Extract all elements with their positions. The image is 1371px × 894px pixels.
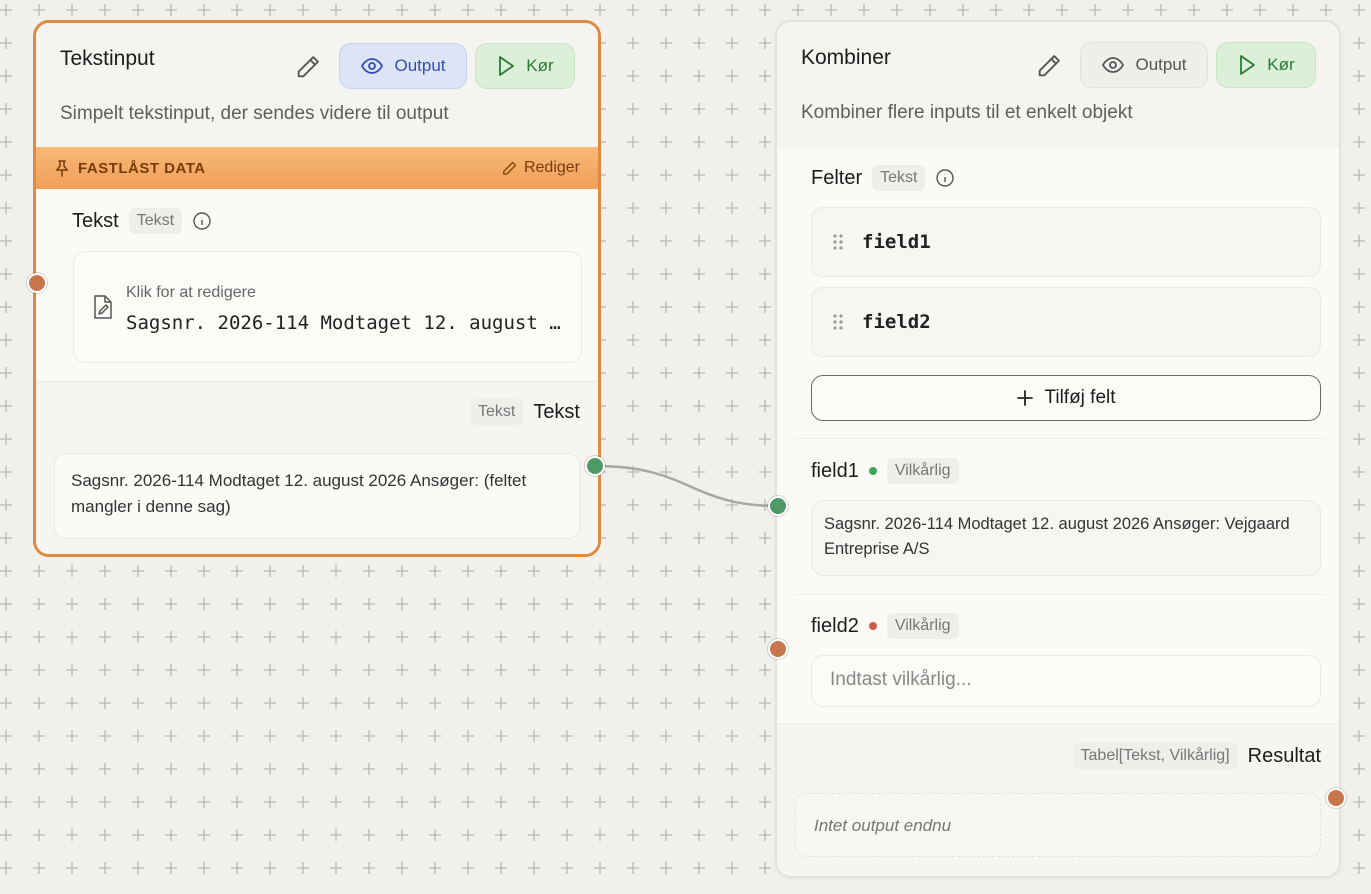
status-dot-missing xyxy=(868,622,877,630)
output-label-row: Tekst Tekst xyxy=(469,399,580,425)
tekstinput-node[interactable]: Tekstinput Output Kør Simpelt tekstinput… xyxy=(33,20,601,557)
pinned-edit-label: Rediger xyxy=(523,159,580,176)
pinned-edit-button[interactable]: Rediger xyxy=(501,159,580,177)
edit-hint: Klik for at redigere xyxy=(126,284,256,301)
field-label-row: Tekst Tekst xyxy=(72,208,212,234)
pencil-icon[interactable] xyxy=(294,53,322,81)
run-button[interactable]: Kør xyxy=(475,43,575,89)
eye-icon xyxy=(1102,57,1125,73)
output-section: Tekst Tekst Sagsnr. 2026-114 Modtaget 12… xyxy=(36,381,598,554)
input-handle[interactable] xyxy=(27,273,47,293)
node-header: Kombiner Output Kør Kombiner flere input… xyxy=(777,22,1339,148)
type-chip: Tekst xyxy=(872,165,926,191)
node-description: Kombiner flere inputs til et enkelt obje… xyxy=(801,102,1133,123)
node-title: Kombiner xyxy=(801,46,891,69)
type-chip: Vilkårlig xyxy=(886,458,959,484)
pin-icon xyxy=(55,160,69,177)
output-label-row: Tabel[Tekst, Vilkårlig] Resultat xyxy=(1072,743,1321,769)
output-handle-connected[interactable] xyxy=(585,456,605,476)
add-field-button[interactable]: Tilføj felt xyxy=(811,375,1321,421)
output-label: Tekst xyxy=(533,400,580,423)
plus-icon xyxy=(1017,390,1034,406)
type-chip: Tekst xyxy=(128,208,183,234)
play-icon xyxy=(499,56,515,76)
felter-label: Felter xyxy=(811,166,863,189)
input-field1-label-row: field1 Vilkårlig xyxy=(811,458,959,484)
pencil-icon[interactable] xyxy=(1035,52,1063,80)
input-field1-value: Sagsnr. 2026-114 Modtaget 12. august 202… xyxy=(811,500,1321,576)
field-label: Tekst xyxy=(72,209,119,232)
run-button-label: Kør xyxy=(526,56,554,75)
felter-item[interactable]: field2 xyxy=(811,287,1321,357)
pinned-data-bar: FASTLÅST DATA Rediger xyxy=(36,147,598,189)
info-icon[interactable] xyxy=(192,211,212,231)
node-description: Simpelt tekstinput, der sendes videre ti… xyxy=(60,103,449,124)
input-field2-label-row: field2 Vilkårlig xyxy=(811,613,959,639)
node-header: Tekstinput Output Kør Simpelt tekstinput… xyxy=(36,23,598,147)
play-icon xyxy=(1240,55,1256,75)
output-button-label: Output xyxy=(394,56,446,75)
node-title: Tekstinput xyxy=(60,47,155,70)
output-button-label: Output xyxy=(1135,55,1187,74)
pinned-label: FASTLÅST DATA xyxy=(78,159,206,177)
felter-item-name: field1 xyxy=(862,231,931,253)
run-button-label: Kør xyxy=(1267,55,1295,74)
input-handle-field1-connected[interactable] xyxy=(768,496,788,516)
text-edit-card[interactable]: Klik for at redigere Sagsnr. 2026-114 Mo… xyxy=(73,251,582,363)
input-handle-field2[interactable] xyxy=(768,639,788,659)
field2-input[interactable]: Indtast vilkårlig... xyxy=(811,655,1321,707)
pencil-icon xyxy=(503,161,517,175)
input-name: field2 xyxy=(811,614,859,637)
output-type-chip: Tabel[Tekst, Vilkårlig] xyxy=(1072,743,1238,769)
drag-handle-icon[interactable] xyxy=(832,313,844,331)
input-name: field1 xyxy=(811,459,859,482)
eye-icon xyxy=(361,58,384,74)
info-icon[interactable] xyxy=(935,168,955,188)
drag-handle-icon[interactable] xyxy=(832,233,844,251)
felter-item-name: field2 xyxy=(862,311,931,333)
kombiner-node[interactable]: Kombiner Output Kør Kombiner flere input… xyxy=(775,20,1341,878)
document-edit-icon xyxy=(94,295,112,319)
type-chip: Vilkårlig xyxy=(886,613,959,639)
felter-label-row: Felter Tekst xyxy=(811,165,955,191)
output-button[interactable]: Output xyxy=(339,43,467,89)
output-button[interactable]: Output xyxy=(1080,42,1208,88)
output-handle-resultat[interactable] xyxy=(1326,788,1346,808)
text-preview: Sagsnr. 2026-114 Modtaget 12. august 202… xyxy=(126,312,566,334)
run-button[interactable]: Kør xyxy=(1216,42,1316,88)
output-value-box: Sagsnr. 2026-114 Modtaget 12. august 202… xyxy=(54,453,580,539)
output-label: Resultat xyxy=(1247,744,1321,767)
output-type-chip: Tekst xyxy=(469,399,524,425)
felter-item[interactable]: field1 xyxy=(811,207,1321,277)
add-field-label: Tilføj felt xyxy=(1044,387,1116,408)
status-dot-connected xyxy=(868,467,877,475)
empty-output-box: Intet output endnu xyxy=(795,793,1321,857)
